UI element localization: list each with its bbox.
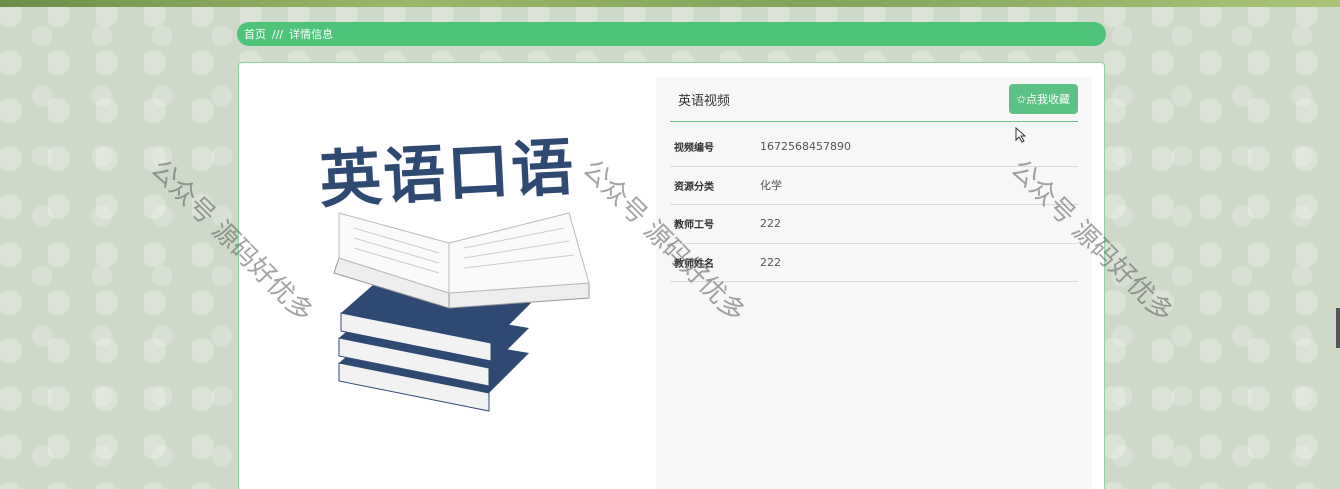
breadcrumb: 首页 /// 详情信息 [237, 22, 1106, 46]
header-banner-strip [0, 0, 1340, 7]
detail-card: 英语口语 英语视频 ✩点我收藏 视频编号 1672568457890 资源分类 … [238, 62, 1105, 489]
field-value: 1672568457890 [760, 140, 851, 154]
cover-image: 英语口语 [279, 93, 639, 453]
info-row-teacher-name: 教师姓名 222 [670, 244, 1078, 282]
field-label: 教师工号 [674, 220, 714, 232]
breadcrumb-separator: /// [272, 27, 284, 41]
breadcrumb-current: 详情信息 [289, 28, 334, 41]
field-label: 教师姓名 [674, 258, 714, 270]
info-row-category: 资源分类 化学 [670, 167, 1078, 205]
books-illustration-icon [333, 212, 590, 412]
info-rows: 视频编号 1672568457890 资源分类 化学 教师工号 222 教师姓名… [670, 128, 1078, 282]
breadcrumb-home[interactable]: 首页 [244, 26, 266, 42]
field-value: 222 [760, 217, 781, 231]
field-label: 视频编号 [674, 143, 714, 155]
video-title: 英语视频 [678, 93, 731, 109]
mouse-cursor-icon [1015, 127, 1027, 143]
info-header: 英语视频 ✩点我收藏 [670, 77, 1078, 122]
favorite-button[interactable]: ✩点我收藏 [1008, 84, 1078, 114]
field-value: 222 [760, 255, 781, 269]
cover-title: 英语口语 [317, 130, 578, 217]
field-label: 资源分类 [674, 181, 714, 193]
field-value: 化学 [760, 179, 782, 193]
info-row-teacher-id: 教师工号 222 [670, 205, 1078, 244]
scrollbar-thumb[interactable] [1336, 308, 1340, 348]
